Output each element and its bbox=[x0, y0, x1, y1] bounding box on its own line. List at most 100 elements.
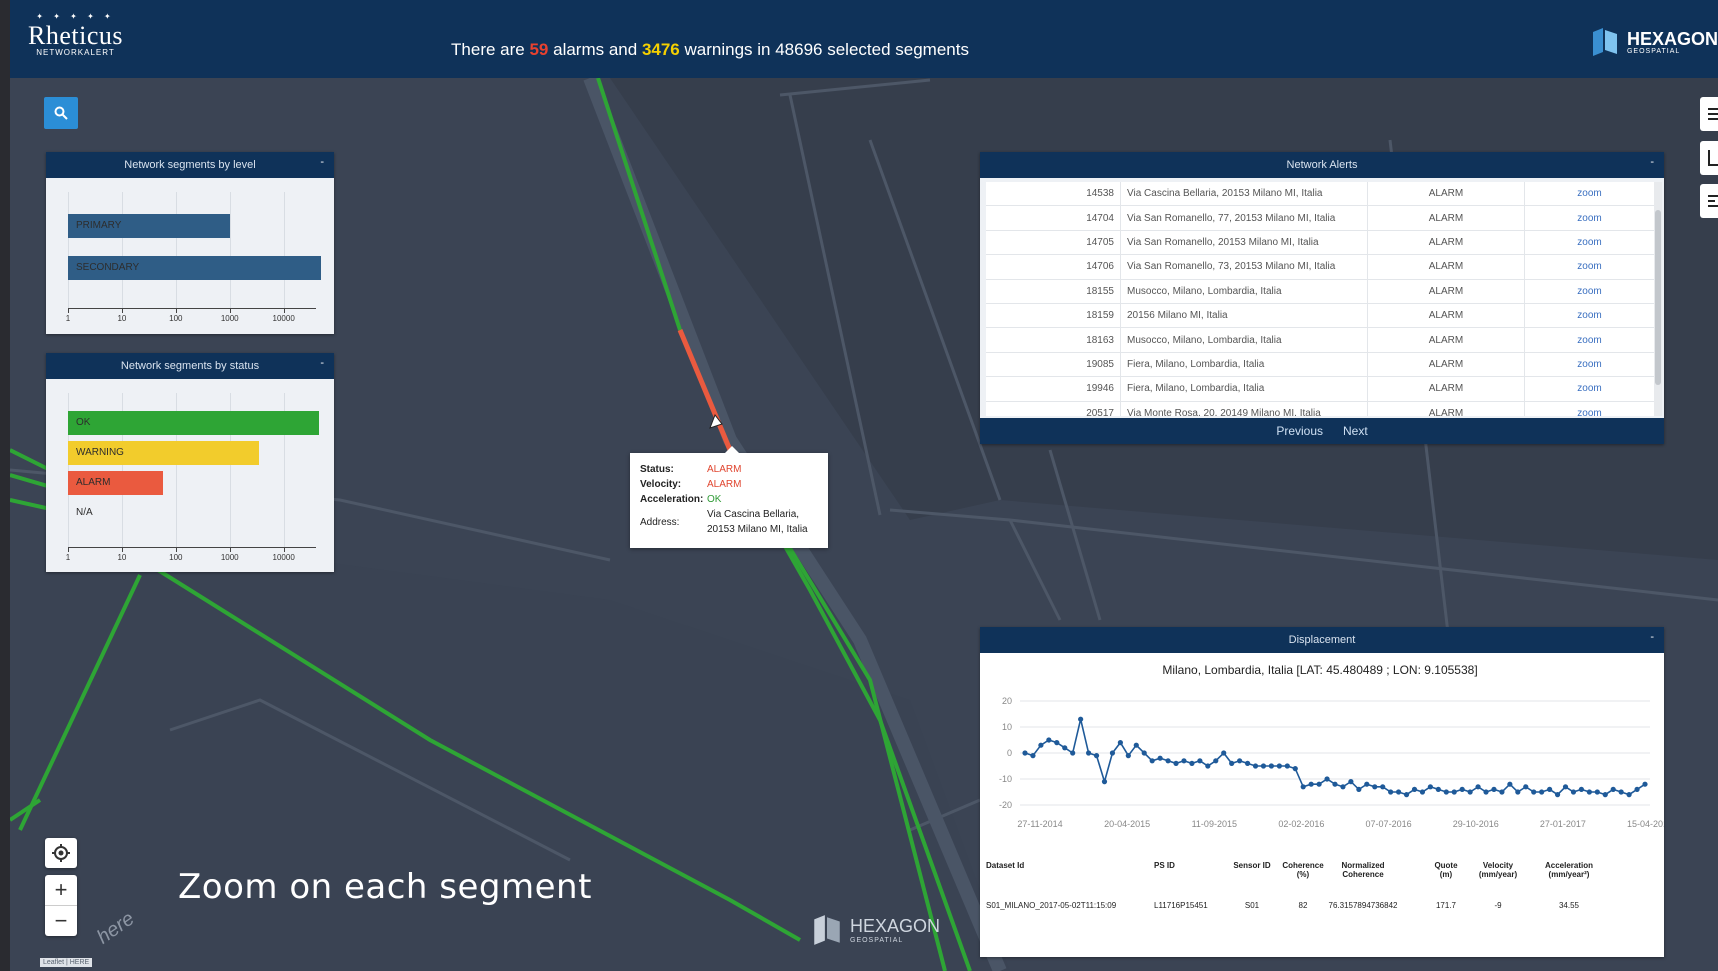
zoom-link[interactable]: zoom bbox=[1524, 279, 1654, 304]
alert-row[interactable]: 19085 Fiera, Milano, Lombardia, Italia ALA… bbox=[986, 352, 1654, 378]
data-point[interactable] bbox=[1022, 750, 1028, 756]
data-point[interactable] bbox=[1276, 763, 1282, 769]
data-point[interactable] bbox=[1101, 779, 1108, 785]
data-point[interactable] bbox=[1324, 776, 1330, 782]
data-point[interactable] bbox=[1634, 786, 1640, 792]
alert-row[interactable]: 14705 Via San Romanello, 20153 Milano MI,… bbox=[986, 230, 1654, 256]
data-point[interactable] bbox=[1046, 737, 1052, 743]
data-point[interactable] bbox=[1340, 784, 1346, 790]
data-point[interactable] bbox=[1165, 758, 1171, 764]
data-point[interactable] bbox=[1133, 742, 1139, 748]
data-point[interactable] bbox=[1244, 760, 1251, 766]
data-point[interactable] bbox=[1507, 781, 1513, 787]
data-point[interactable] bbox=[1475, 784, 1481, 790]
data-point[interactable] bbox=[1594, 789, 1600, 795]
zoom-link[interactable]: zoom bbox=[1524, 230, 1654, 256]
data-point[interactable] bbox=[1435, 786, 1441, 792]
data-point[interactable] bbox=[1197, 758, 1203, 764]
data-point[interactable] bbox=[1030, 753, 1036, 759]
data-point[interactable] bbox=[1205, 763, 1211, 769]
bar-ok[interactable]: OK bbox=[68, 411, 319, 435]
scrollbar-thumb[interactable] bbox=[1655, 210, 1661, 385]
data-point[interactable] bbox=[1268, 763, 1275, 769]
zoom-link[interactable]: zoom bbox=[1524, 352, 1654, 378]
data-point[interactable] bbox=[1141, 750, 1147, 756]
alerts-scrollbar[interactable] bbox=[1654, 182, 1662, 416]
data-point[interactable] bbox=[1483, 789, 1489, 795]
zoom-out-button[interactable]: − bbox=[45, 906, 77, 936]
data-point[interactable] bbox=[1570, 789, 1577, 795]
data-point[interactable] bbox=[1149, 758, 1155, 764]
zoom-link[interactable]: zoom bbox=[1524, 327, 1654, 353]
zoom-link[interactable]: zoom bbox=[1524, 182, 1654, 207]
minimize-button[interactable]: - bbox=[320, 149, 324, 175]
data-point[interactable] bbox=[1562, 784, 1569, 790]
data-point[interactable] bbox=[1316, 781, 1322, 787]
previous-button[interactable]: Previous bbox=[1276, 424, 1323, 438]
data-point[interactable] bbox=[1586, 789, 1592, 795]
data-point[interactable] bbox=[1411, 786, 1418, 792]
bar-na[interactable]: N/A bbox=[68, 501, 93, 525]
data-point[interactable] bbox=[1531, 789, 1537, 795]
data-point[interactable] bbox=[1372, 784, 1378, 790]
data-point[interactable] bbox=[1364, 781, 1370, 787]
alert-row[interactable]: 19946 Fiera, Milano, Lombardia, Italia ALA… bbox=[986, 376, 1654, 402]
data-point[interactable] bbox=[1388, 789, 1394, 795]
data-point[interactable] bbox=[1308, 781, 1314, 787]
data-point[interactable] bbox=[1260, 763, 1267, 769]
data-point[interactable] bbox=[1578, 786, 1585, 792]
minimize-button[interactable]: - bbox=[320, 350, 324, 376]
data-point[interactable] bbox=[1093, 753, 1100, 759]
data-point[interactable] bbox=[1221, 750, 1227, 756]
data-point[interactable] bbox=[1499, 789, 1505, 795]
zoom-link[interactable]: zoom bbox=[1524, 254, 1654, 280]
data-point[interactable] bbox=[1443, 789, 1449, 795]
data-point[interactable] bbox=[1523, 784, 1529, 790]
data-point[interactable] bbox=[1078, 716, 1084, 722]
data-point[interactable] bbox=[1109, 750, 1116, 756]
alert-row[interactable]: 14706 Via San Romanello, 73, 20153 Milano… bbox=[986, 254, 1654, 280]
data-point[interactable] bbox=[1173, 760, 1179, 766]
data-point[interactable] bbox=[1395, 789, 1402, 795]
locate-button[interactable] bbox=[45, 838, 77, 868]
data-point[interactable] bbox=[1062, 745, 1068, 751]
search-button[interactable] bbox=[44, 97, 78, 129]
data-point[interactable] bbox=[1229, 760, 1235, 766]
bar-warning[interactable]: WARNING bbox=[68, 441, 259, 465]
data-point[interactable] bbox=[1467, 789, 1473, 795]
data-point[interactable] bbox=[1157, 755, 1163, 761]
zoom-link[interactable]: zoom bbox=[1524, 205, 1654, 231]
zoom-link[interactable]: zoom bbox=[1524, 376, 1654, 402]
data-point[interactable] bbox=[1117, 740, 1123, 746]
alert-row[interactable]: 20517 Via Monte Rosa, 20, 20149 Milano MI… bbox=[986, 401, 1654, 416]
data-point[interactable] bbox=[1213, 758, 1219, 764]
data-point[interactable] bbox=[1348, 779, 1354, 785]
data-point[interactable] bbox=[1539, 789, 1545, 795]
data-point[interactable] bbox=[1332, 781, 1338, 787]
data-point[interactable] bbox=[1125, 753, 1131, 759]
data-point[interactable] bbox=[1284, 763, 1290, 769]
data-point[interactable] bbox=[1610, 786, 1616, 792]
alert-row[interactable]: 14704 Via San Romanello, 77, 20153 Milano… bbox=[986, 205, 1654, 231]
map-attribution[interactable]: Leaflet | HERE bbox=[40, 958, 93, 967]
data-point[interactable] bbox=[1237, 758, 1243, 764]
legend-toggle[interactable] bbox=[1700, 141, 1718, 175]
alert-row[interactable]: 14538 Via Cascina Bellaria, 20153 Milano … bbox=[986, 182, 1654, 207]
data-point[interactable] bbox=[1642, 781, 1648, 787]
data-point[interactable] bbox=[1491, 786, 1497, 792]
data-point[interactable] bbox=[1626, 792, 1632, 798]
data-point[interactable] bbox=[1547, 786, 1553, 792]
data-point[interactable] bbox=[1300, 784, 1306, 790]
bar-alarm[interactable]: ALARM bbox=[68, 471, 164, 495]
data-point[interactable] bbox=[1181, 758, 1187, 764]
zoom-link[interactable]: zoom bbox=[1524, 401, 1654, 416]
minimize-button[interactable]: - bbox=[1650, 624, 1654, 650]
data-point[interactable] bbox=[1403, 792, 1410, 798]
minimize-button[interactable]: - bbox=[1650, 149, 1654, 175]
data-point[interactable] bbox=[1554, 792, 1561, 798]
data-point[interactable] bbox=[1038, 742, 1044, 748]
zoom-link[interactable]: zoom bbox=[1524, 303, 1654, 329]
data-point[interactable] bbox=[1427, 784, 1433, 790]
data-point[interactable] bbox=[1459, 786, 1465, 792]
data-point[interactable] bbox=[1380, 784, 1386, 790]
